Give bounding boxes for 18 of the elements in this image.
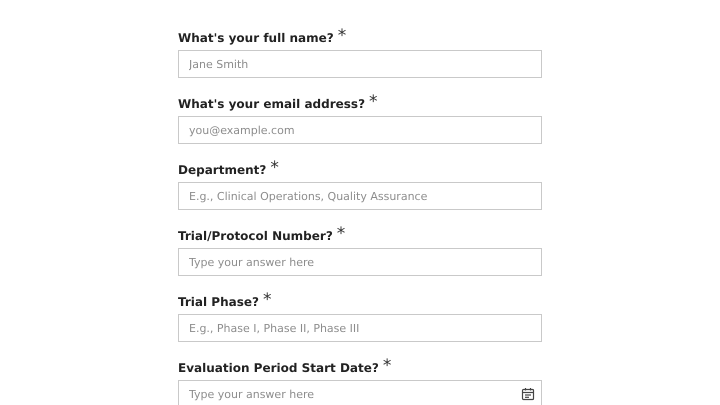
required-mark: * xyxy=(336,226,346,243)
input-field[interactable]: E.g., Phase I, Phase II, Phase III xyxy=(178,314,542,342)
field-label: What's your full name? xyxy=(178,30,334,47)
required-mark: * xyxy=(369,94,378,111)
field-label: Trial/Protocol Number? xyxy=(178,228,333,245)
input-field[interactable]: E.g., Clinical Operations, Quality Assurance xyxy=(178,182,542,210)
calendar-icon[interactable] xyxy=(521,387,535,401)
date-field[interactable]: Type your answer here xyxy=(178,380,542,405)
field-label: Department? xyxy=(178,162,266,179)
input-field[interactable]: Type your answer here xyxy=(178,248,542,276)
required-mark: * xyxy=(270,160,279,177)
field-label: Evaluation Period Start Date? xyxy=(178,360,379,377)
required-mark: * xyxy=(338,28,346,45)
field-label: What's your email address? xyxy=(178,96,366,113)
required-mark: * xyxy=(382,358,392,375)
field-label: Trial Phase? xyxy=(178,294,259,311)
required-mark: * xyxy=(262,292,272,309)
input-field[interactable]: you@example.com xyxy=(178,116,542,144)
